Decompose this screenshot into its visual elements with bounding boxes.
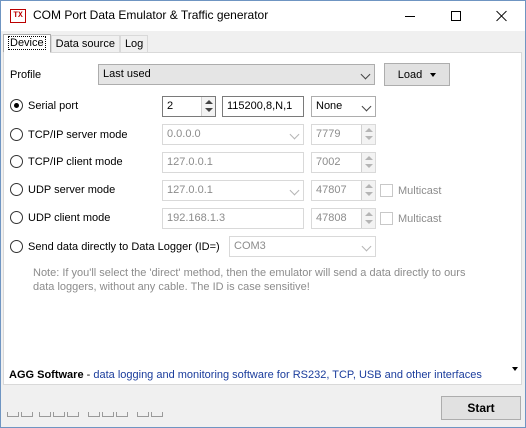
footer-banner: AGG Software - data logging and monitori… [9, 369, 482, 381]
checkbox-box [380, 184, 393, 197]
udp-client-multicast-checkbox[interactable]: Multicast [380, 212, 441, 225]
load-button-label: Load [397, 68, 423, 81]
checkbox-box [380, 212, 393, 225]
maximize-button[interactable] [433, 1, 479, 31]
footer-link[interactable]: data logging and monitoring software for… [93, 369, 482, 381]
tcp-server-radio[interactable]: TCP/IP server mode [10, 128, 127, 141]
tcp-server-label: TCP/IP server mode [28, 128, 128, 141]
profile-select[interactable]: Last used [98, 64, 375, 85]
udp-server-address: 127.0.0.1 [167, 184, 213, 196]
udp-server-port: 47807 [316, 184, 347, 196]
serial-port-label: Serial port [28, 99, 79, 112]
spin-down-icon [365, 192, 373, 196]
udp-client-radio[interactable]: UDP client mode [10, 211, 110, 224]
status-indicator [88, 412, 130, 417]
serial-port-radio[interactable]: Serial port [10, 99, 78, 112]
tcp-client-label: TCP/IP client mode [28, 155, 123, 168]
direct-datalogger-select[interactable]: COM3 [229, 236, 376, 257]
scroll-down-icon[interactable] [512, 367, 518, 371]
minimize-icon [405, 15, 415, 17]
spin-up-icon [205, 100, 213, 104]
title-bar: TX COM Port Data Emulator & Traffic gene… [1, 1, 525, 31]
spinner-buttons[interactable] [201, 97, 215, 116]
tcp-server-address-select[interactable]: 0.0.0.0 [162, 124, 304, 145]
chevron-down-icon [289, 129, 300, 140]
radio-circle [10, 240, 23, 253]
chevron-down-icon [289, 185, 300, 196]
flow-control-select[interactable]: None [311, 96, 376, 117]
spin-down-icon [205, 108, 213, 112]
status-indicator [137, 412, 165, 417]
flow-control-value: None [316, 100, 343, 112]
spin-up-icon [365, 184, 373, 188]
direct-datalogger-radio[interactable]: Send data directly to Data Logger (ID=) [10, 240, 220, 253]
app-window: TX COM Port Data Emulator & Traffic gene… [0, 0, 526, 428]
close-icon [496, 10, 508, 22]
spin-up-icon [365, 128, 373, 132]
tcp-server-port-spinner[interactable]: 7779 [311, 124, 376, 145]
udp-server-port-spinner[interactable]: 47807 [311, 180, 376, 201]
tab-bar: Device Data source Log [3, 34, 149, 53]
spin-up-icon [365, 212, 373, 216]
tcp-client-port: 7002 [316, 156, 341, 168]
udp-client-multicast-label: Multicast [398, 212, 442, 225]
status-indicator [39, 412, 81, 417]
udp-server-address-select[interactable]: 127.0.0.1 [162, 180, 304, 201]
radio-circle [10, 211, 23, 224]
dropdown-arrow-icon [430, 72, 437, 77]
tcp-client-port-spinner[interactable]: 7002 [311, 152, 376, 173]
direct-datalogger-label: Send data directly to Data Logger (ID=) [28, 240, 220, 253]
udp-client-address-input[interactable]: 192.168.1.3 [162, 208, 304, 229]
tcp-client-radio[interactable]: TCP/IP client mode [10, 155, 123, 168]
spin-down-icon [365, 164, 373, 168]
radio-circle [10, 128, 23, 141]
spinner-buttons[interactable] [361, 209, 375, 228]
status-indicator [7, 412, 35, 417]
spin-down-icon [365, 136, 373, 140]
udp-client-label: UDP client mode [28, 211, 111, 224]
tcp-client-address-input[interactable]: 127.0.0.1 [162, 152, 304, 173]
tab-device-label: Device [8, 36, 46, 50]
spin-up-icon [365, 156, 373, 160]
serial-port-number: 2 [167, 100, 174, 112]
profile-select-value: Last used [103, 68, 151, 80]
udp-client-port-spinner[interactable]: 47808 [311, 208, 376, 229]
spinner-buttons[interactable] [361, 125, 375, 144]
tab-data-source[interactable]: Data source [50, 35, 120, 53]
device-panel: Profile Last used Load Serial port 2 115… [3, 52, 522, 385]
tcp-server-address: 0.0.0.0 [167, 128, 201, 140]
chevron-down-icon [361, 101, 372, 112]
spinner-buttons[interactable] [361, 181, 375, 200]
footer-separator: - [83, 369, 94, 381]
close-button[interactable] [479, 1, 525, 31]
serial-settings-input[interactable]: 115200,8,N,1 [222, 96, 304, 117]
spinner-buttons[interactable] [361, 153, 375, 172]
app-icon: TX [10, 9, 26, 23]
direct-datalogger-value: COM3 [234, 240, 266, 252]
serial-port-number-spinner[interactable]: 2 [162, 96, 216, 117]
udp-client-port: 47808 [316, 212, 347, 224]
radio-circle [10, 155, 23, 168]
tab-device[interactable]: Device [3, 34, 51, 53]
chevron-down-icon [361, 241, 372, 252]
minimize-button[interactable] [387, 1, 433, 31]
maximize-icon [451, 11, 461, 21]
radio-circle [10, 99, 23, 112]
direct-method-note: Note: If you'll select the 'direct' meth… [33, 267, 466, 293]
tab-log[interactable]: Log [119, 35, 149, 53]
load-button[interactable]: Load [384, 63, 450, 86]
udp-server-multicast-checkbox[interactable]: Multicast [380, 184, 441, 197]
udp-server-label: UDP server mode [28, 183, 116, 196]
start-button[interactable]: Start [441, 396, 521, 420]
spin-down-icon [365, 220, 373, 224]
radio-circle [10, 183, 23, 196]
udp-server-radio[interactable]: UDP server mode [10, 183, 115, 196]
udp-server-multicast-label: Multicast [398, 184, 442, 197]
chevron-down-icon [360, 69, 371, 80]
window-title: COM Port Data Emulator & Traffic generat… [33, 8, 269, 22]
tcp-server-port: 7779 [316, 128, 341, 140]
profile-label: Profile [10, 69, 42, 81]
brand-name: AGG Software [9, 369, 84, 381]
